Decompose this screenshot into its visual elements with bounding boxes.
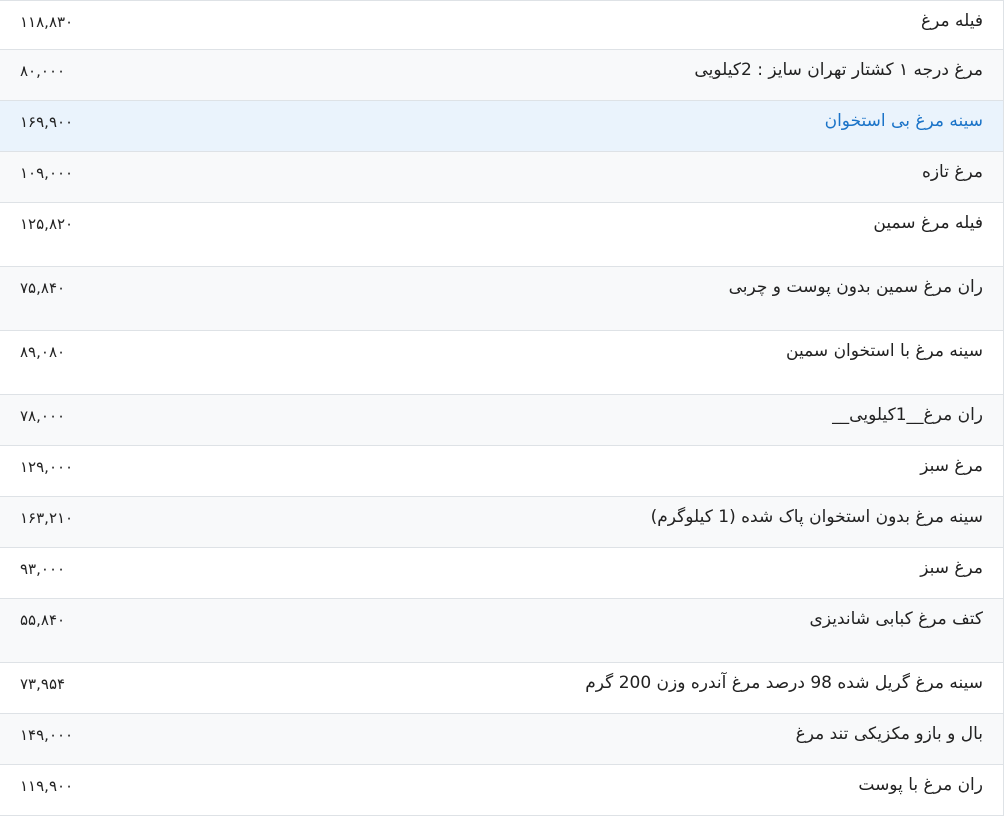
table-row[interactable]: سینه مرغ گریل شده 98 درصد مرغ آندره وزن … [0, 663, 1004, 714]
product-name-link[interactable]: سینه مرغ با استخوان سمین [786, 341, 983, 361]
product-price: ۱۱۹,۹۰۰ [20, 777, 74, 795]
product-price: ۱۲۵,۸۲۰ [20, 215, 74, 233]
table-row[interactable]: فیله مرغ ۱۱۸,۸۳۰ [0, 1, 1004, 50]
table-row[interactable]: مرغ سبز ۹۳,۰۰۰ [0, 548, 1004, 599]
product-name-link[interactable]: ران مرغ با پوست [858, 775, 983, 795]
table-row[interactable]: ران مرغ سمین بدون پوست و چربی ۷۵,۸۴۰ [0, 267, 1004, 331]
product-name-link[interactable]: سینه مرغ گریل شده 98 درصد مرغ آندره وزن … [585, 673, 983, 693]
product-price: ۱۴۹,۰۰۰ [20, 726, 74, 744]
product-name-link[interactable]: ران مرغ__1کیلویی__ [832, 405, 983, 425]
table-row[interactable]: فیله مرغ سمین ۱۲۵,۸۲۰ [0, 203, 1004, 267]
product-name-link[interactable]: بال و بازو مکزیکی تند مرغ [796, 724, 983, 744]
product-name-link[interactable]: مرغ سبز [920, 456, 983, 476]
product-name-link[interactable]: مرغ سبز [920, 558, 983, 578]
product-name-link[interactable]: کتف مرغ کبابی شاندیزی [810, 609, 983, 629]
price-table: فیله مرغ ۱۱۸,۸۳۰ مرغ درجه ۱ کشتار تهران … [0, 0, 1004, 816]
product-price: ۷۵,۸۴۰ [20, 279, 66, 297]
product-name-link[interactable]: مرغ درجه ۱ کشتار تهران سایز : 2کیلویی [694, 60, 983, 80]
table-row[interactable]: مرغ تازه ۱۰۹,۰۰۰ [0, 152, 1004, 203]
table-row[interactable]: بال و بازو مکزیکی تند مرغ ۱۴۹,۰۰۰ [0, 714, 1004, 765]
product-price: ۱۶۳,۲۱۰ [20, 509, 74, 527]
table-row[interactable]: مرغ درجه ۱ کشتار تهران سایز : 2کیلویی ۸۰… [0, 50, 1004, 101]
product-name-link[interactable]: مرغ تازه [922, 162, 983, 182]
table-row[interactable]: کتف مرغ کبابی شاندیزی ۵۵,۸۴۰ [0, 599, 1004, 663]
product-price: ۱۱۸,۸۳۰ [20, 13, 74, 31]
table-row[interactable]: سینه مرغ بدون استخوان پاک شده (1 کیلوگرم… [0, 497, 1004, 548]
table-row[interactable]: ران مرغ__1کیلویی__ ۷۸,۰۰۰ [0, 395, 1004, 446]
product-price: ۵۵,۸۴۰ [20, 611, 66, 629]
product-name-link[interactable]: ران مرغ سمین بدون پوست و چربی [729, 277, 983, 297]
product-name-link[interactable]: فیله مرغ [921, 11, 983, 31]
product-price: ۷۸,۰۰۰ [20, 407, 66, 425]
product-price: ۱۶۹,۹۰۰ [20, 113, 74, 131]
table-row[interactable]: سینه مرغ با استخوان سمین ۸۹,۰۸۰ [0, 331, 1004, 395]
product-price: ۹۳,۰۰۰ [20, 560, 66, 578]
product-price: ۸۹,۰۸۰ [20, 343, 66, 361]
product-name-link[interactable]: سینه مرغ بدون استخوان پاک شده (1 کیلوگرم… [651, 507, 983, 527]
table-row[interactable]: مرغ سبز ۱۲۹,۰۰۰ [0, 446, 1004, 497]
product-name-link[interactable]: سینه مرغ بی استخوان [825, 111, 983, 131]
product-price: ۷۳,۹۵۴ [20, 675, 66, 693]
table-row[interactable]: سینه مرغ بی استخوان ۱۶۹,۹۰۰ [0, 101, 1004, 152]
table-row[interactable]: ران مرغ با پوست ۱۱۹,۹۰۰ [0, 765, 1004, 816]
product-price: ۱۰۹,۰۰۰ [20, 164, 74, 182]
product-name-link[interactable]: فیله مرغ سمین [873, 213, 983, 233]
product-price: ۱۲۹,۰۰۰ [20, 458, 74, 476]
product-price: ۸۰,۰۰۰ [20, 62, 66, 80]
